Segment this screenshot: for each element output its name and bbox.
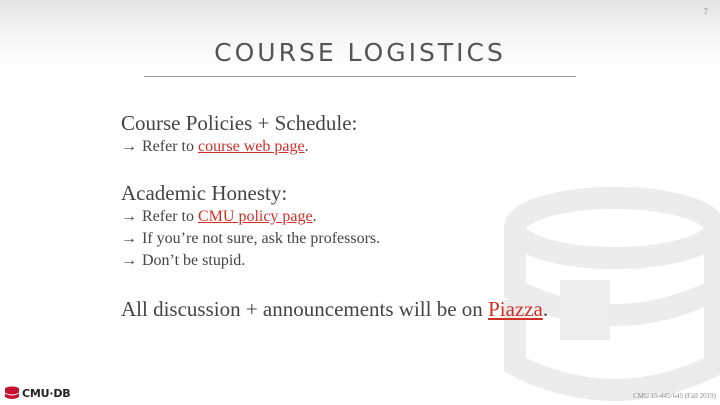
- page-number: 7: [703, 7, 709, 17]
- honesty-bullet-2: → If you’re not sure, ask the professors.: [121, 228, 681, 250]
- honesty-bullet-1: → Refer to CMU policy page.: [121, 206, 681, 228]
- course-web-page-link[interactable]: course web page: [198, 138, 305, 155]
- arrow-icon: →: [121, 252, 137, 269]
- piazza-link[interactable]: Piazza: [488, 297, 543, 321]
- arrow-icon: →: [121, 208, 137, 225]
- honesty-heading: Academic Honesty:: [121, 181, 288, 205]
- cmu-policy-page-link[interactable]: CMU policy page: [198, 208, 313, 225]
- logo-text: CMU·DB: [22, 386, 71, 400]
- slide-title: COURSE LOGISTICS: [214, 38, 506, 67]
- bullet-suffix: .: [312, 208, 317, 225]
- bullet-text: Refer to: [142, 208, 198, 225]
- slide-content: Course Policies + Schedule: → Refer to co…: [121, 110, 681, 322]
- announcement-line: All discussion + announcements will be o…: [121, 296, 681, 322]
- bullet-text: Refer to: [142, 138, 198, 155]
- announcement-suffix: .: [542, 297, 549, 321]
- bullet-text: Don’t be stupid.: [142, 252, 246, 269]
- arrow-icon: →: [121, 138, 137, 155]
- database-logo-icon: [4, 386, 20, 399]
- policies-heading: Course Policies + Schedule:: [121, 111, 358, 135]
- bullet-suffix: .: [304, 138, 309, 155]
- title-divider: [144, 76, 576, 77]
- slide: 7 COURSE LOGISTICS Course Policies + Sch…: [0, 0, 720, 405]
- announcement-text: All discussion + announcements will be o…: [121, 297, 489, 321]
- policies-bullet: → Refer to course web page.: [121, 136, 681, 158]
- bullet-text: If you’re not sure, ask the professors.: [142, 230, 381, 247]
- cmu-db-logo: CMU·DB: [4, 386, 71, 400]
- arrow-icon: →: [121, 230, 137, 247]
- honesty-bullet-3: → Don’t be stupid.: [121, 250, 681, 272]
- course-footer: CMU 15-445/645 (Fall 2019): [632, 392, 716, 400]
